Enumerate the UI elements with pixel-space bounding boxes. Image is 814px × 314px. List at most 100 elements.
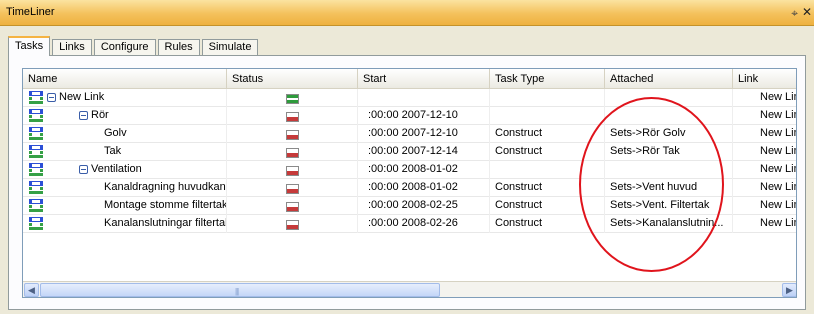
cell-link[interactable]: New Link [733,215,796,233]
status-pending-icon [286,219,299,230]
cell-text: New Link [760,199,796,211]
cell-text: :00:00 2007-12-10 [368,127,458,139]
pin-icon[interactable]: ⌖ [791,6,798,21]
scroll-right-arrow-icon[interactable]: ▶ [782,283,796,297]
cell-start[interactable]: :00:00 2007-12-10 [358,107,490,125]
cell-text: New Link [760,109,796,121]
scroll-left-arrow-icon[interactable]: ◀ [24,283,39,297]
cell-start[interactable]: :00:00 2007-12-10 [358,125,490,143]
cell-link[interactable]: New Link [733,179,796,197]
cell-status[interactable] [227,125,358,143]
cell-link[interactable]: New Link [733,161,796,179]
cell-text: New Link [760,181,796,193]
task-name: Kanalanslutningar filtertak [104,217,227,229]
tab-links[interactable]: Links [52,39,92,56]
cell-task-type[interactable] [490,89,605,107]
cell-status[interactable] [227,161,358,179]
cell-start[interactable]: :00:00 2008-01-02 [358,179,490,197]
title-bar: TimeLiner ⌖ ✕ [0,0,814,26]
cell-text: :00:00 2008-01-02 [368,181,458,193]
status-pending-icon [286,183,299,194]
cell-text: New Link [760,163,796,175]
task-icon [29,109,43,122]
tab-simulate[interactable]: Simulate [201,39,259,56]
task-name: Rör [91,109,109,121]
cell-name[interactable]: Kanalanslutningar filtertak [23,215,227,233]
tab-tasks[interactable]: Tasks [8,36,51,56]
column-header-status[interactable]: Status [227,69,358,89]
cell-start[interactable]: :00:00 2008-01-02 [358,161,490,179]
grid-header: Name Status Start Task Type Attached Lin… [23,69,796,89]
cell-link[interactable]: New Link [733,197,796,215]
cell-status[interactable] [227,143,358,161]
cell-name[interactable]: Ventilation [23,161,227,179]
cell-text: :00:00 2007-12-10 [368,109,458,121]
cell-status[interactable] [227,89,358,107]
scrollbar-thumb[interactable]: ||| [40,283,440,297]
status-complete-icon [286,93,299,104]
cell-text: Construct [495,217,543,229]
cell-text: Construct [495,181,543,193]
tab-rules[interactable]: Rules [157,39,200,56]
cell-name[interactable]: Montage stomme filtertak [23,197,227,215]
column-header-link[interactable]: Link [733,69,796,89]
cell-start[interactable] [358,89,490,107]
cell-text: Construct [495,127,543,139]
cell-name[interactable]: Rör [23,107,227,125]
horizontal-scrollbar[interactable]: ◀ ||| ▶ [23,281,796,297]
cell-text: New Link [760,91,796,103]
status-pending-icon [286,129,299,140]
status-pending-icon [286,165,299,176]
cell-start[interactable]: :00:00 2008-02-25 [358,197,490,215]
task-name: New Link [59,91,105,103]
tab-strip: Tasks Links Configure Rules Simulate [8,36,260,56]
task-name: Ventilation [91,163,142,175]
status-pending-icon [286,111,299,122]
collapse-toggle-icon[interactable] [79,165,88,174]
cell-text: :00:00 2008-01-02 [368,163,458,175]
cell-text: Construct [495,199,543,211]
cell-text: Construct [495,145,543,157]
cell-status[interactable] [227,197,358,215]
status-pending-icon [286,201,299,212]
task-name: Montage stomme filtertak [104,199,227,211]
tab-configure[interactable]: Configure [93,39,156,56]
task-icon [29,91,43,104]
collapse-toggle-icon[interactable] [47,93,56,102]
task-icon [29,145,43,158]
window-title: TimeLiner [6,6,55,18]
cell-task-type[interactable] [490,107,605,125]
cell-text: :00:00 2007-12-14 [368,145,458,157]
cell-start[interactable]: :00:00 2008-02-26 [358,215,490,233]
collapse-toggle-icon[interactable] [79,111,88,120]
cell-start[interactable]: :00:00 2007-12-14 [358,143,490,161]
column-header-start[interactable]: Start [358,69,490,89]
status-pending-icon [286,147,299,158]
cell-link[interactable]: New Link [733,89,796,107]
task-name: Tak [104,145,122,157]
cell-status[interactable] [227,107,358,125]
column-header-task-type[interactable]: Task Type [490,69,605,89]
cell-status[interactable] [227,215,358,233]
column-header-attached[interactable]: Attached [605,69,733,89]
cell-name[interactable]: New Link [23,89,227,107]
task-icon [29,181,43,194]
cell-text: New Link [760,145,796,157]
task-icon [29,217,43,230]
task-name: Golv [104,127,127,139]
red-circle-annotation [579,97,724,272]
cell-name[interactable]: Kanaldragning huvudkanaler [23,179,227,197]
task-icon [29,163,43,176]
cell-name[interactable]: Golv [23,125,227,143]
cell-status[interactable] [227,179,358,197]
column-header-name[interactable]: Name [23,69,227,89]
task-icon [29,127,43,140]
close-icon[interactable]: ✕ [802,5,812,19]
cell-text: :00:00 2008-02-26 [368,217,458,229]
cell-link[interactable]: New Link [733,107,796,125]
task-name: Kanaldragning huvudkanaler [104,181,226,193]
task-icon [29,199,43,212]
cell-name[interactable]: Tak [23,143,227,161]
cell-link[interactable]: New Link [733,143,796,161]
cell-link[interactable]: New Link [733,125,796,143]
